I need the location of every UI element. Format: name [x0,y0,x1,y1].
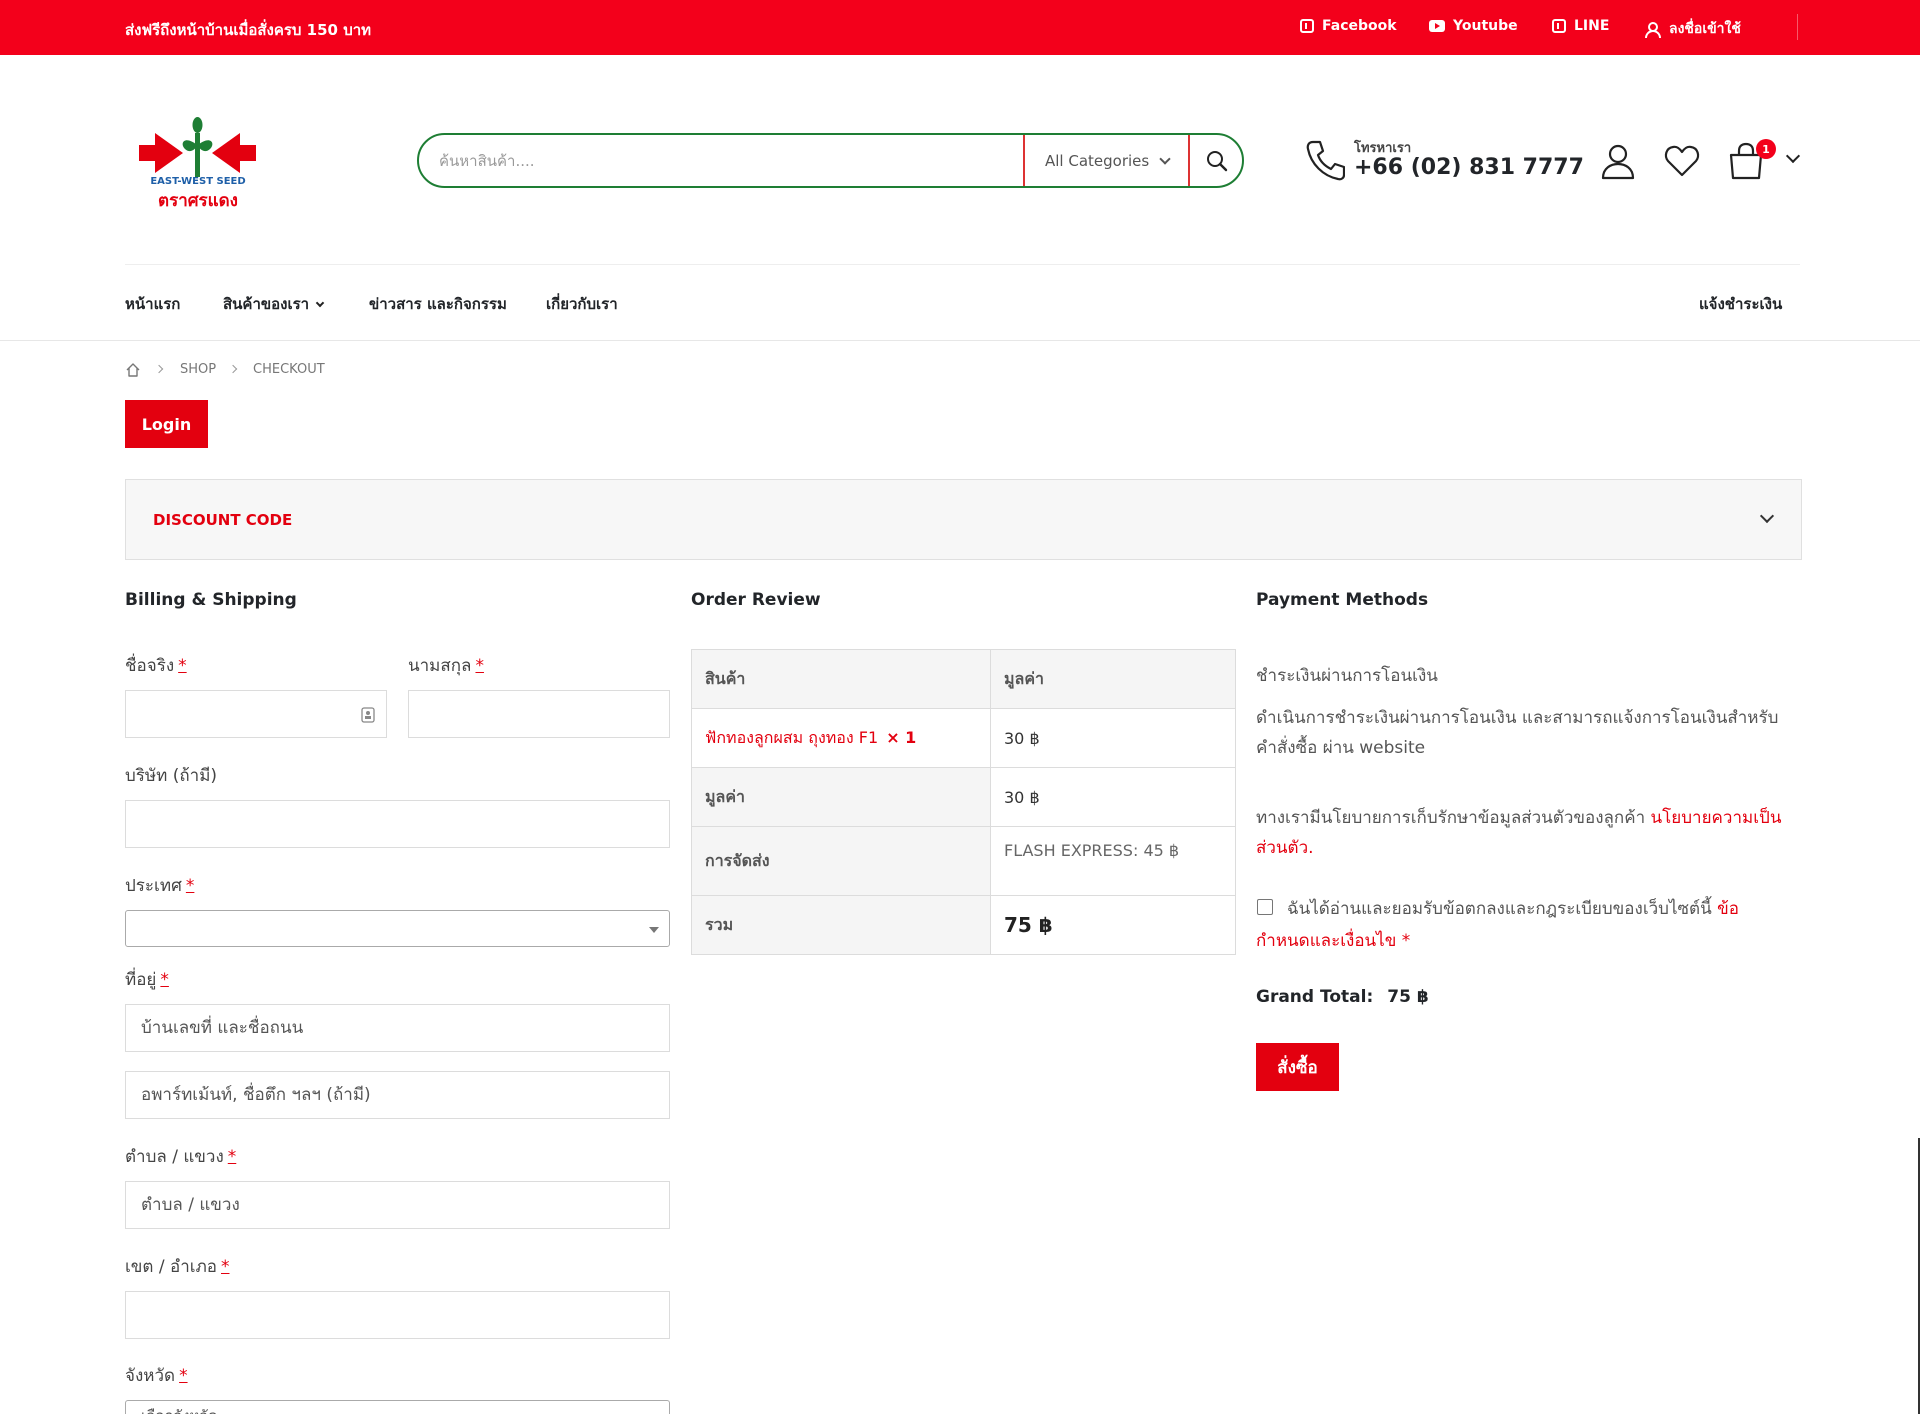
header-divider [125,264,1800,265]
breadcrumb-chevron-icon [154,364,164,374]
youtube-icon [1429,20,1445,32]
account-icon[interactable] [1599,142,1637,180]
contact-card-icon[interactable] [361,707,375,723]
subdistrict-label: ตำบล / แขวง * [125,1147,237,1167]
nav-news[interactable]: ข่าวสาร และกิจกรรม [369,292,507,316]
cart-dropdown-chevron-icon[interactable] [1785,148,1801,164]
line-link[interactable]: LINE [1552,18,1609,34]
wishlist-heart-icon[interactable] [1663,142,1701,180]
login-button[interactable]: Login [125,400,208,448]
last-name-label: นามสกุล * [408,656,484,676]
order-review-table: สินค้า มูลค่า ฟักทองลูกผสม ถุงทอง F1 × 1 … [691,649,1236,955]
category-select[interactable]: All Categories [1023,135,1190,186]
facebook-icon [1300,19,1314,33]
search-button[interactable] [1194,135,1240,186]
home-icon[interactable] [125,362,141,378]
billing-shipping-title: Billing & Shipping [125,590,297,610]
address-line2-field[interactable] [125,1071,670,1119]
youtube-link[interactable]: Youtube [1429,18,1518,34]
district-field[interactable] [125,1291,670,1339]
payment-method-name: ชำระเงินผ่านการโอนเงิน [1256,666,1438,686]
nav-divider [0,340,1920,341]
grand-total: Grand Total: 75 ฿ [1256,987,1429,1007]
search-input[interactable] [439,147,999,175]
facebook-link[interactable]: Facebook [1300,18,1397,34]
nav-products[interactable]: สินค้าของเรา [223,292,325,316]
place-order-button[interactable]: สั่งซื้อ [1256,1043,1339,1091]
nav-home[interactable]: หน้าแรก [125,292,180,316]
terms-label: ฉันได้อ่านและยอมรับข้อตกลงและกฎระเบียบขอ… [1256,899,1739,951]
table-row: รวม 75 ฿ [691,895,1236,955]
subtotal-label: มูลค่า [691,767,991,827]
first-name-label: ชื่อจริง * [125,656,187,676]
table-row: สินค้า มูลค่า [691,649,1236,709]
payment-methods-title: Payment Methods [1256,590,1429,610]
search-icon [1207,150,1228,171]
privacy-policy-note: ทางเรามีนโยบายการเก็บรักษาข้อมูลส่วนตัวข… [1256,808,1782,858]
province-label: จังหวัด * [125,1366,188,1386]
table-row: การจัดส่ง FLASH EXPRESS: 45 ฿ [691,826,1236,896]
table-header-value: มูลค่า [990,649,1236,709]
phone-icon [1306,140,1345,181]
discount-code-toggle[interactable]: DISCOUNT CODE [125,479,1802,560]
free-shipping-promo: ส่งฟรีถึงหน้าบ้านเมื่อสั่งครบ 150 บาท [125,21,372,39]
east-west-seed-logo[interactable]: EAST-WEST SEED ตราศรแดง [135,115,260,211]
shipping-label: การจัดส่ง [691,826,991,896]
product-price: 30 ฿ [990,708,1236,768]
last-name-field[interactable] [408,690,670,738]
cart-count-badge: 1 [1756,139,1776,159]
breadcrumb-chevron-icon [228,364,238,374]
nav-payment-notice[interactable]: แจ้งชำระเงิน [1699,292,1782,316]
district-label: เขต / อำเภอ * [125,1257,230,1277]
chevron-down-icon [315,298,325,307]
table-header-product: สินค้า [691,649,991,709]
product-cell: ฟักทองลูกผสม ถุงทอง F1 × 1 [691,708,991,768]
shipping-value: FLASH EXPRESS: 45 ฿ [990,826,1236,896]
line-icon [1552,19,1566,33]
country-select[interactable] [125,910,670,947]
subtotal-value: 30 ฿ [990,767,1236,827]
address-label: ที่อยู่ * [125,970,169,990]
table-row: มูลค่า 30 ฿ [691,767,1236,827]
breadcrumb-checkout: Checkout [253,362,325,377]
province-select[interactable]: เลือกจังหวัด [125,1400,670,1414]
first-name-field[interactable] [125,690,387,738]
login-link[interactable]: ลงชื่อเข้าใช้ [1645,18,1741,40]
discount-code-label: DISCOUNT CODE [153,511,293,529]
total-value: 75 ฿ [990,895,1236,955]
phone-number[interactable]: +66 (02) 831 7777 [1354,155,1584,180]
first-name-field-wrap [125,690,387,738]
product-name-link[interactable]: ฟักทองลูกผสม ถุงทอง F1 [705,728,878,747]
company-label: บริษัท (ถ้ามี) [125,766,218,786]
order-review-title: Order Review [691,590,821,610]
search-bar: All Categories [417,133,1244,188]
address-line1-field[interactable] [125,1004,670,1052]
user-icon [1645,22,1661,38]
breadcrumb-shop[interactable]: Shop [180,362,216,377]
nav-about[interactable]: เกี่ยวกับเรา [546,292,618,316]
company-field[interactable] [125,800,670,848]
subdistrict-field[interactable] [125,1181,670,1229]
dropdown-arrow-icon [649,927,659,933]
payment-method-description: ดำเนินการชำระเงินผ่านการโอนเงิน และสามาร… [1256,708,1779,758]
grand-total-value: 75 ฿ [1387,987,1429,1007]
country-label: ประเทศ * [125,876,195,896]
chevron-down-icon [1759,508,1775,524]
top-bar: ส่งฟรีถึงหน้าบ้านเมื่อสั่งครบ 150 บาท Fa… [0,0,1920,55]
product-quantity: × 1 [886,727,917,747]
chevron-down-icon [1159,152,1171,165]
total-label: รวม [691,895,991,955]
table-row: ฟักทองลูกผสม ถุงทอง F1 × 1 30 ฿ [691,708,1236,768]
topbar-divider [1797,14,1798,40]
